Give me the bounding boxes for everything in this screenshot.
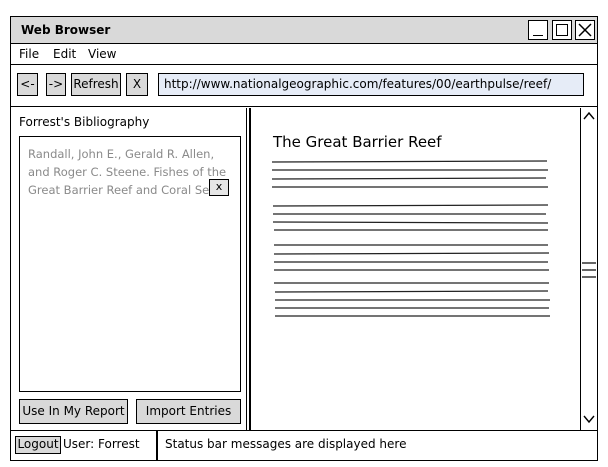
use-in-report-button[interactable]: Use In My Report bbox=[19, 399, 128, 424]
close-window-button[interactable] bbox=[575, 20, 595, 40]
status-separator bbox=[156, 431, 158, 461]
menu-edit[interactable]: Edit bbox=[53, 47, 76, 61]
scroll-up-icon[interactable] bbox=[582, 110, 596, 122]
browser-window: Web Browser File Edit View <- -> Refresh… bbox=[10, 16, 598, 461]
minimize-button[interactable] bbox=[528, 20, 548, 40]
scroll-down-icon[interactable] bbox=[582, 413, 596, 425]
bibliography-entry[interactable]: Randall, John E., Gerald R. Allen, and R… bbox=[28, 145, 236, 199]
forward-button[interactable]: -> bbox=[46, 73, 66, 96]
menu-view[interactable]: View bbox=[88, 47, 116, 61]
stop-button[interactable]: X bbox=[126, 73, 148, 96]
logout-button[interactable]: Logout bbox=[15, 436, 61, 454]
close-icon bbox=[578, 23, 592, 37]
web-content: The Great Barrier Reef bbox=[252, 108, 579, 430]
bibliography-list[interactable]: Randall, John E., Gerald R. Allen, and R… bbox=[19, 136, 241, 392]
vertical-scrollbar[interactable] bbox=[580, 108, 597, 430]
status-message: Status bar messages are displayed here bbox=[165, 437, 407, 451]
text-placeholder-lines bbox=[271, 160, 550, 317]
import-entries-button[interactable]: Import Entries bbox=[136, 399, 241, 424]
window-title: Web Browser bbox=[21, 23, 111, 37]
navigation-toolbar: <- -> Refresh X http://www.nationalgeogr… bbox=[11, 66, 597, 107]
remove-entry-button[interactable]: x bbox=[209, 179, 229, 196]
menu-file[interactable]: File bbox=[19, 47, 39, 61]
status-bar: Logout User: Forrest Status bar messages… bbox=[11, 430, 597, 461]
panel-divider[interactable] bbox=[249, 108, 251, 430]
refresh-button[interactable]: Refresh bbox=[71, 73, 121, 96]
bibliography-title: Forrest's Bibliography bbox=[19, 115, 150, 129]
maximize-button[interactable] bbox=[552, 20, 572, 40]
scroll-thumb[interactable] bbox=[581, 260, 597, 282]
bibliography-panel: Forrest's Bibliography Randall, John E.,… bbox=[11, 108, 247, 430]
current-user-label: User: Forrest bbox=[63, 437, 140, 451]
address-bar[interactable]: http://www.nationalgeographic.com/featur… bbox=[158, 73, 584, 96]
title-bar: Web Browser bbox=[11, 17, 597, 44]
back-button[interactable]: <- bbox=[17, 73, 38, 96]
menu-bar: File Edit View bbox=[11, 45, 597, 65]
